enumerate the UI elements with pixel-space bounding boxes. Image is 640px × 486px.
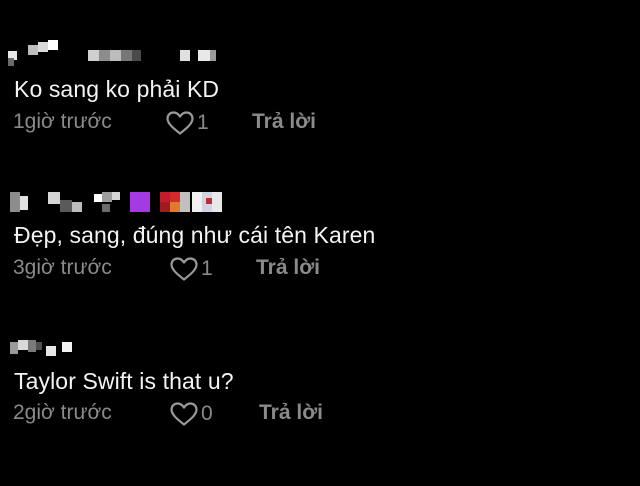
pixel-block: [102, 192, 112, 202]
comment-timestamp: 3giờ trước: [13, 256, 112, 279]
pixel-block: [130, 192, 150, 212]
username-pixelated[interactable]: [8, 334, 248, 360]
pixel-block: [10, 192, 20, 212]
pixel-block: [212, 192, 222, 212]
like-button[interactable]: 0: [169, 401, 213, 427]
comment-text: Taylor Swift is that u?: [14, 368, 234, 394]
pixel-block: [60, 200, 72, 212]
pixel-block: [62, 342, 72, 352]
comment-item: Taylor Swift is that u? 2giờ trước 0 Trả…: [0, 0, 640, 426]
like-button[interactable]: 1: [169, 256, 213, 282]
pixel-block: [160, 192, 170, 202]
pixel-block: [28, 340, 36, 352]
pixel-block: [46, 346, 56, 356]
pixel-block: [20, 196, 28, 210]
heart-outline-icon: [169, 256, 199, 282]
comment-timestamp: 2giờ trước: [13, 401, 112, 424]
pixel-block: [102, 204, 110, 212]
pixel-block: [94, 194, 102, 202]
pixel-block: [192, 192, 202, 212]
heart-outline-icon: [169, 401, 199, 427]
reply-button[interactable]: Trả lời: [259, 401, 323, 425]
pixel-block: [10, 342, 18, 354]
pixel-block: [170, 202, 180, 212]
pixel-block: [72, 202, 82, 212]
pixel-block: [36, 342, 42, 350]
comment-text: Đẹp, sang, đúng như cái tên Karen: [14, 222, 376, 248]
pixel-block: [180, 192, 190, 212]
like-count: 0: [201, 402, 213, 425]
pixel-block: [170, 192, 180, 202]
pixel-block: [18, 340, 28, 350]
like-count: 1: [201, 257, 213, 280]
pixel-block: [48, 192, 60, 204]
reply-button[interactable]: Trả lời: [256, 256, 320, 280]
pixel-block: [160, 202, 170, 212]
username-pixelated[interactable]: [8, 188, 248, 214]
pixel-block: [112, 192, 120, 200]
